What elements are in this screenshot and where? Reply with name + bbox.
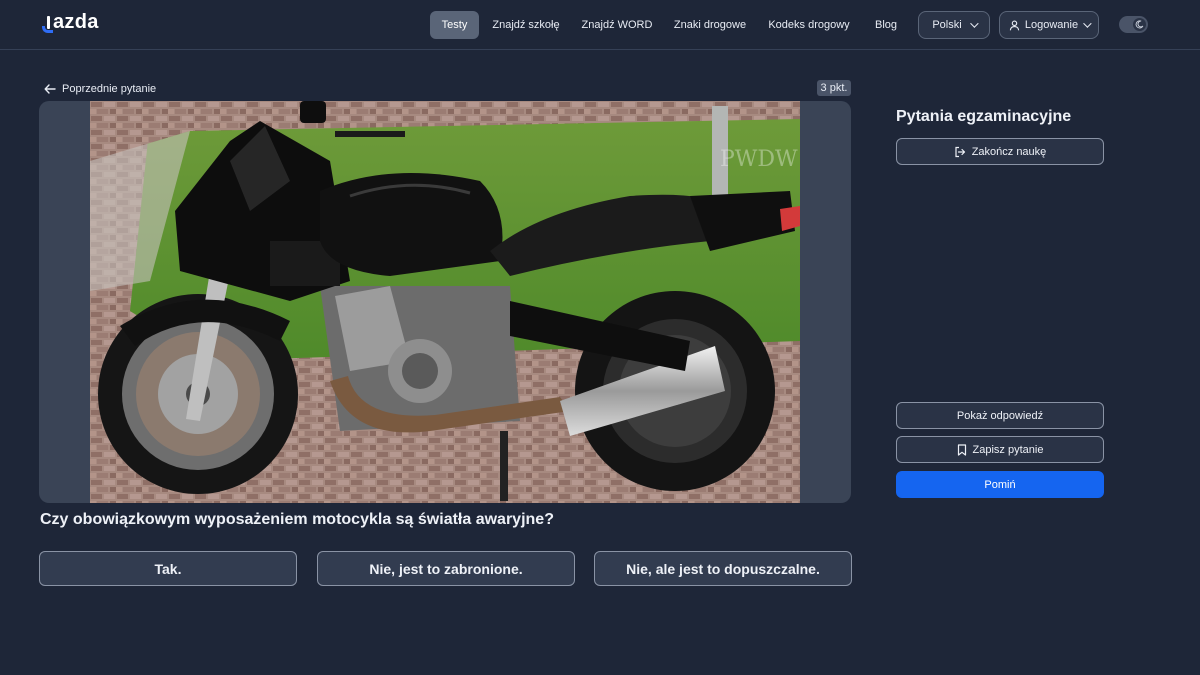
logo-mark-icon <box>42 13 53 33</box>
nav-highway-code[interactable]: Kodeks drogowy <box>763 11 855 39</box>
sidebar-title: Pytania egzaminacyjne <box>896 108 1072 125</box>
answer-option-1-label: Tak. <box>154 560 182 577</box>
arrow-left-icon <box>44 84 56 94</box>
chevron-down-icon <box>969 19 979 28</box>
finish-learning-button[interactable]: Zakończ naukę <box>896 138 1104 165</box>
nav-road-signs[interactable]: Znaki drogowe <box>668 11 752 39</box>
login-label: Logowanie <box>1024 19 1079 31</box>
skip-label: Pomiń <box>984 478 1016 491</box>
nav-blog[interactable]: Blog <box>867 11 905 39</box>
nav-find-word-label: Znajdź WORD <box>581 19 653 31</box>
top-navbar: azda Testy Znajdź szkołę Znajdź WORD Zna… <box>0 0 1200 50</box>
save-question-label: Zapisz pytanie <box>972 443 1044 456</box>
finish-learning-label: Zakończ naukę <box>971 145 1047 158</box>
logout-icon <box>955 146 965 157</box>
answer-option-2[interactable]: Nie, jest to zabronione. <box>317 551 575 586</box>
points-badge: 3 pkt. <box>817 80 851 96</box>
language-label: Polski <box>932 19 962 31</box>
motorcycle-photo: PWDW <box>90 101 800 503</box>
nav-find-word[interactable]: Znajdź WORD <box>577 11 657 39</box>
theme-toggle[interactable] <box>1119 16 1148 33</box>
points-label: 3 pkt. <box>820 82 848 94</box>
svg-text:PWDW: PWDW <box>720 147 798 172</box>
nav-tests[interactable]: Testy <box>430 11 479 39</box>
login-button[interactable]: Logowanie <box>999 11 1099 39</box>
skip-button[interactable]: Pomiń <box>896 471 1104 498</box>
show-answer-button[interactable]: Pokaż odpowiedź <box>896 402 1104 429</box>
nav-road-signs-label: Znaki drogowe <box>673 19 747 31</box>
answer-option-3[interactable]: Nie, ale jest to dopuszczalne. <box>594 551 852 586</box>
nav-find-school[interactable]: Znajdź szkołę <box>487 11 565 39</box>
previous-question-link[interactable]: Poprzednie pytanie <box>44 80 156 98</box>
user-icon <box>1009 20 1020 30</box>
nav-blog-label: Blog <box>874 19 898 31</box>
previous-question-label: Poprzednie pytanie <box>62 83 157 95</box>
moon-icon <box>1133 18 1146 31</box>
nav-tests-label: Testy <box>441 19 468 31</box>
nav-highway-code-label: Kodeks drogowy <box>768 19 850 31</box>
question-text: Czy obowiązkowym wyposażeniem motocykla … <box>40 511 554 528</box>
show-answer-label: Pokaż odpowiedź <box>956 409 1044 422</box>
nav-find-school-label: Znajdź szkołę <box>492 19 560 31</box>
answer-option-2-label: Nie, jest to zabronione. <box>369 560 523 577</box>
chevron-down-icon <box>1083 19 1092 28</box>
logo-text: azda <box>53 11 99 33</box>
logo[interactable]: azda <box>42 11 99 34</box>
question-media: PWDW <box>39 101 851 503</box>
language-select[interactable]: Polski <box>918 11 990 39</box>
save-question-button[interactable]: Zapisz pytanie <box>896 436 1104 463</box>
answer-option-1[interactable]: Tak. <box>39 551 297 586</box>
answer-option-3-label: Nie, ale jest to dopuszczalne. <box>626 560 820 577</box>
bookmark-icon <box>957 443 966 456</box>
